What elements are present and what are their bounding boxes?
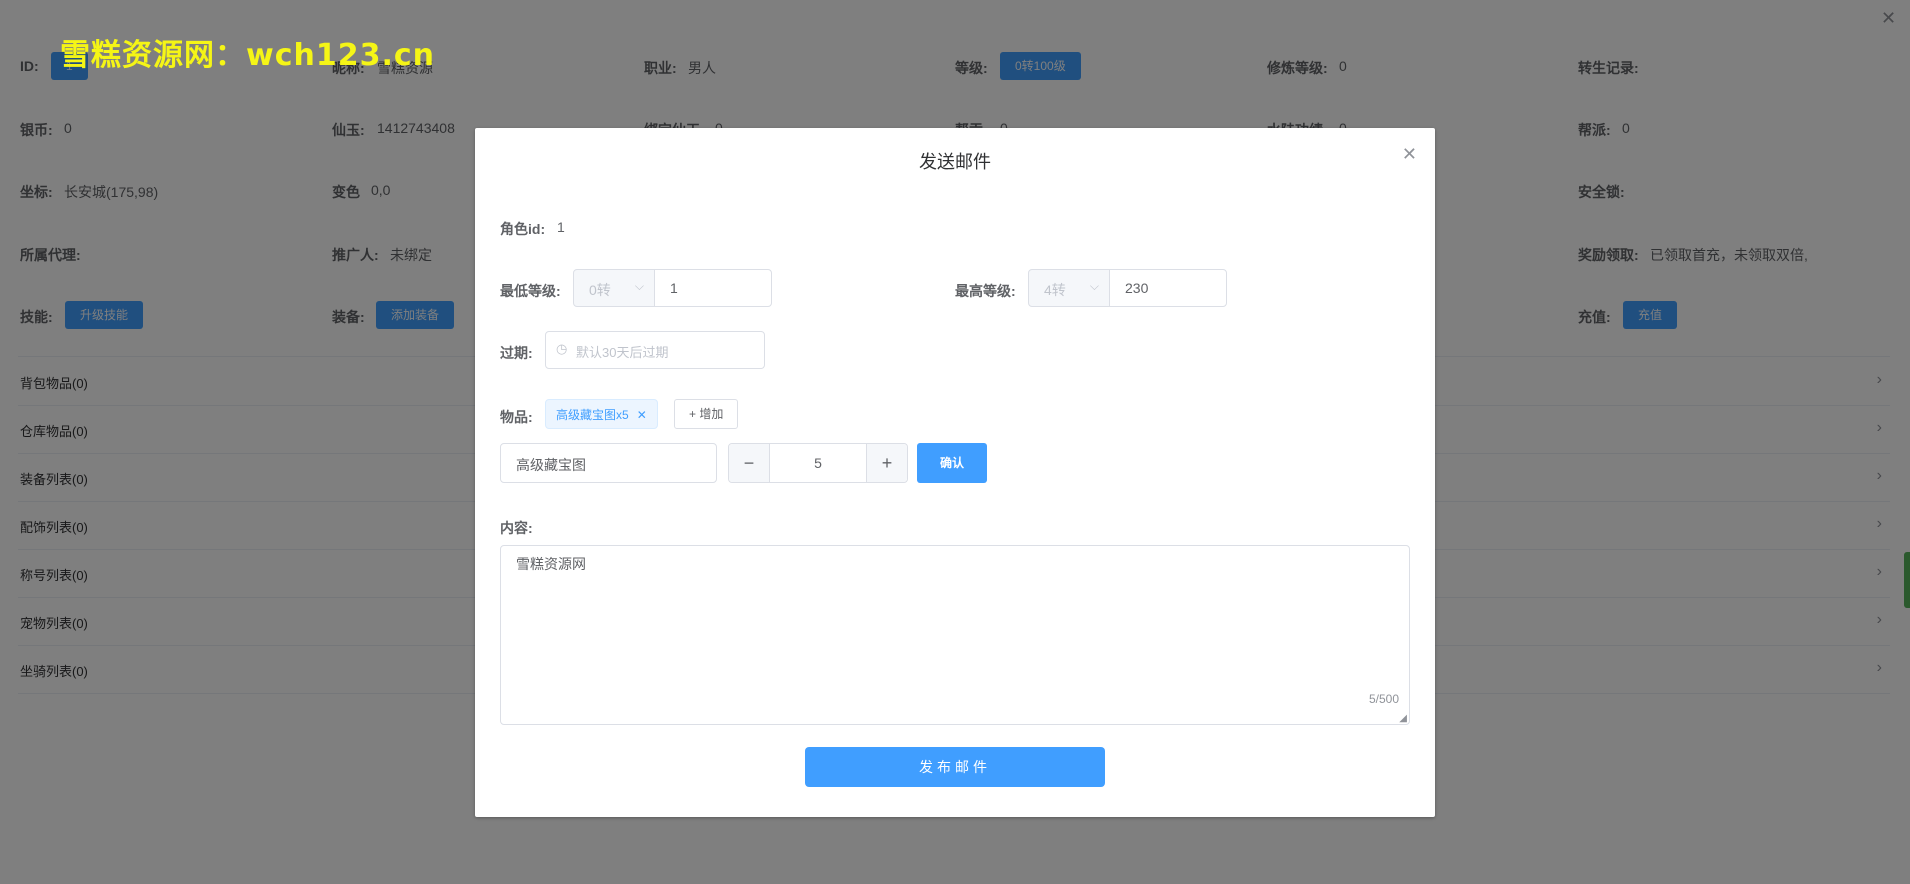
min-turn-value: 0转	[589, 282, 611, 298]
item-name-input[interactable]: 高级藏宝图	[500, 443, 717, 483]
items-label: 物品:	[500, 409, 533, 425]
item-name-value: 高级藏宝图	[516, 457, 586, 473]
max-level-value: 230	[1125, 280, 1149, 296]
content-value: 雪糕资源网	[516, 556, 586, 572]
max-level-label: 最高等级:	[955, 283, 1016, 299]
min-turn-select[interactable]: 0转 ⌵	[573, 269, 655, 307]
min-level-label: 最低等级:	[500, 283, 561, 299]
expire-label: 过期:	[500, 345, 533, 361]
plus-icon: +	[689, 407, 697, 421]
role-id-value: 1	[557, 219, 565, 235]
item-tag-label: 高级藏宝图x5	[556, 408, 629, 422]
resize-grip-icon[interactable]: ◢	[1399, 713, 1407, 724]
role-id-label: 角色id:	[500, 221, 546, 237]
publish-mail-button[interactable]: 发布邮件	[805, 747, 1105, 787]
max-level-input[interactable]: 230	[1109, 269, 1227, 307]
clock-icon: ◷	[556, 341, 568, 356]
minus-icon[interactable]: −	[729, 444, 770, 482]
max-turn-value: 4转	[1044, 282, 1066, 298]
add-item-button[interactable]: + 增加	[674, 399, 739, 429]
content-label: 内容:	[500, 520, 533, 536]
min-level-value: 1	[670, 280, 678, 296]
expire-placeholder: 默认30天后过期	[576, 345, 669, 360]
char-count: 5/500	[1368, 692, 1399, 706]
chevron-down-icon: ⌵	[1089, 279, 1099, 293]
quantity-value[interactable]: 5	[769, 455, 867, 471]
expire-date-picker[interactable]: ◷ 默认30天后过期	[545, 331, 765, 369]
max-turn-select[interactable]: 4转 ⌵	[1028, 269, 1110, 307]
close-icon[interactable]: ✕	[637, 408, 647, 422]
send-mail-dialog: 发送邮件 ✕ 角色id: 1 最低等级: 0转 ⌵ 1 最高等级: 4转 ⌵ 2…	[475, 128, 1435, 817]
quantity-stepper[interactable]: − 5 +	[728, 443, 908, 483]
add-item-label: 增加	[699, 407, 724, 421]
plus-icon[interactable]: +	[866, 444, 907, 482]
close-icon[interactable]: ✕	[1402, 144, 1417, 165]
watermark-text: 雪糕资源网：wch123.cn	[60, 38, 436, 73]
content-textarea[interactable]: 雪糕资源网 5/500 ◢	[500, 545, 1410, 725]
confirm-button[interactable]: 确认	[917, 443, 987, 483]
dialog-title: 发送邮件	[919, 152, 991, 172]
chevron-down-icon: ⌵	[634, 279, 644, 293]
min-level-input[interactable]: 1	[654, 269, 772, 307]
item-tag: 高级藏宝图x5 ✕	[545, 399, 658, 429]
